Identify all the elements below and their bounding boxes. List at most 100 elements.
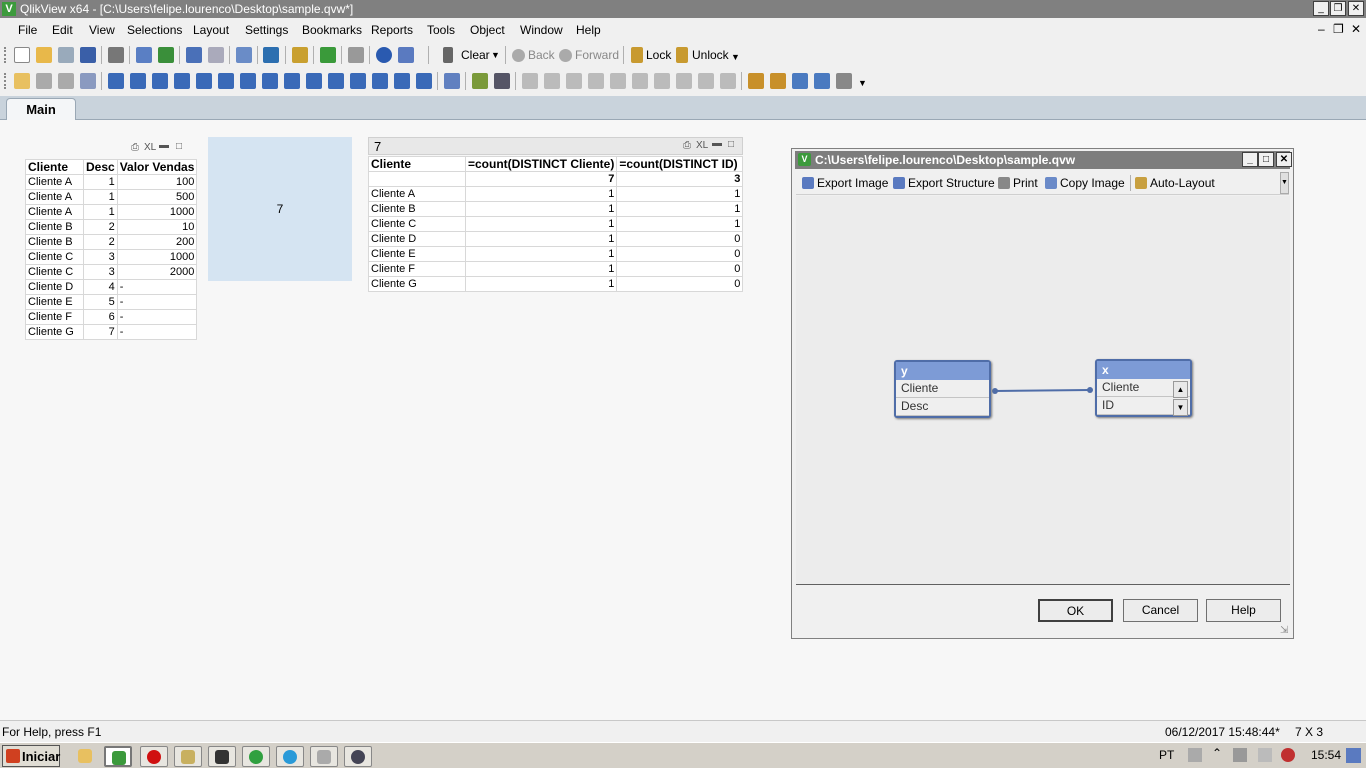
taskbar-telegram[interactable] [276, 746, 304, 767]
menu-help[interactable]: Help [576, 23, 601, 37]
help-icon[interactable] [376, 47, 392, 63]
toolbar-overflow-icon[interactable]: ▼ [731, 52, 740, 62]
table-cell[interactable]: Cliente A [25, 189, 84, 205]
table-cell[interactable]: Cliente C [25, 249, 84, 265]
bookmark-object-icon[interactable] [350, 73, 366, 89]
table-cell[interactable]: - [116, 324, 198, 340]
expression-overview-icon[interactable] [836, 73, 852, 89]
context-help-icon[interactable] [398, 47, 414, 63]
menu-layout[interactable]: Layout [193, 23, 229, 37]
server-objects-icon[interactable] [444, 73, 460, 89]
custom-object-icon[interactable] [416, 73, 432, 89]
tray-expand-icon[interactable]: ⌃ [1212, 746, 1222, 760]
taskbar-app-green[interactable] [242, 746, 270, 767]
slider-icon[interactable] [328, 73, 344, 89]
format-painter-icon[interactable] [472, 73, 488, 89]
open-folder-icon[interactable] [36, 47, 52, 63]
export-structure-button[interactable]: Export Structure [893, 176, 995, 190]
table-cell[interactable]: Cliente A [25, 174, 84, 190]
menu-tools[interactable]: Tools [427, 23, 455, 37]
table-cell[interactable]: - [116, 279, 198, 295]
align-middle-icon[interactable] [610, 73, 626, 89]
sheet-properties-icon[interactable] [80, 73, 96, 89]
new-sheet-icon[interactable] [14, 73, 30, 89]
ok-button[interactable]: OK [1038, 599, 1113, 622]
toolbar-grip[interactable] [4, 47, 7, 63]
table-cell[interactable]: 1 [464, 201, 618, 217]
start-button[interactable]: Iniciar [2, 745, 60, 767]
table-cell[interactable]: 100 [116, 174, 198, 190]
table-cell[interactable]: 0 [616, 231, 744, 247]
tab-main[interactable]: Main [6, 98, 76, 121]
tray-flag-icon[interactable] [1258, 748, 1272, 762]
resize-grip-icon[interactable]: ⇲ [1280, 625, 1288, 636]
close-button[interactable]: ✕ [1348, 1, 1364, 16]
button-object-icon[interactable] [262, 73, 278, 89]
toolbar-overflow-icon[interactable]: ▼ [1280, 172, 1289, 194]
save-icon[interactable] [80, 47, 96, 63]
show-desktop-icon[interactable] [1346, 748, 1361, 763]
table-cell[interactable]: 1 [464, 276, 618, 292]
menu-settings[interactable]: Settings [245, 23, 288, 37]
table-cell[interactable]: Cliente F [25, 309, 84, 325]
mdi-minimize-icon[interactable]: – [1318, 22, 1325, 36]
dialog-minimize-button[interactable]: _ [1242, 152, 1258, 167]
table-cell[interactable]: 4 [83, 279, 118, 295]
column-header[interactable]: =count(DISTINCT ID) [616, 156, 744, 172]
table-cell[interactable]: 1 [83, 189, 118, 205]
taskbar-explorer[interactable] [72, 746, 100, 767]
menu-view[interactable]: View [89, 23, 115, 37]
table-cell[interactable]: 2 [83, 234, 118, 250]
redo-icon[interactable] [208, 47, 224, 63]
align-center-icon[interactable] [544, 73, 560, 89]
table-cell[interactable]: 1000 [116, 204, 198, 220]
adjust-left-icon[interactable] [698, 73, 714, 89]
align-left-icon[interactable] [522, 73, 538, 89]
table-cell[interactable]: Cliente C [368, 216, 466, 232]
tray-network-icon[interactable] [1233, 748, 1247, 762]
column-header[interactable]: =count(DISTINCT Cliente) [464, 156, 618, 172]
menu-object[interactable]: Object [470, 23, 505, 37]
chart-object-icon[interactable] [196, 73, 212, 89]
multibox-icon[interactable] [174, 73, 190, 89]
promote-sheet-icon[interactable] [36, 73, 52, 89]
table-cell[interactable]: Cliente A [368, 186, 466, 202]
table-cell[interactable]: Cliente F [368, 261, 466, 277]
export-image-button[interactable]: Export Image [802, 176, 888, 190]
print-icon[interactable]: ⎙ [131, 142, 139, 153]
minimize-object-icon[interactable]: ▬ [159, 140, 169, 151]
table-cell[interactable]: 6 [83, 309, 118, 325]
taskbar-app[interactable] [310, 746, 338, 767]
search-icon[interactable] [236, 47, 252, 63]
adjust-top-icon[interactable] [720, 73, 736, 89]
restore-button[interactable]: ❐ [1330, 1, 1346, 16]
table-cell[interactable]: 1 [616, 186, 744, 202]
table-cell[interactable]: Cliente G [368, 276, 466, 292]
clear-icon[interactable] [443, 47, 453, 63]
taskbar-app-circle[interactable] [344, 746, 372, 767]
excel-export-icon[interactable]: XL [696, 140, 708, 151]
table-cell[interactable]: 1 [464, 186, 618, 202]
current-selections-icon[interactable] [240, 73, 256, 89]
tray-volume-muted-icon[interactable] [1281, 748, 1295, 762]
table-cell[interactable]: 1 [83, 174, 118, 190]
print-button[interactable]: Print [998, 176, 1038, 190]
menu-file[interactable]: File [18, 23, 37, 37]
document-properties-icon[interactable] [748, 73, 764, 89]
table-cell[interactable]: 1 [616, 216, 744, 232]
table-cell[interactable]: Cliente D [368, 231, 466, 247]
table-cell[interactable]: 3 [83, 249, 118, 265]
taskbar-qlikview[interactable] [104, 746, 132, 767]
table-cell[interactable]: 10 [116, 219, 198, 235]
forward-button[interactable]: Forward [575, 48, 619, 62]
table-cell[interactable]: 1000 [116, 249, 198, 265]
column-header[interactable]: Cliente [368, 156, 466, 172]
reload-icon[interactable] [58, 47, 74, 63]
menu-reports[interactable]: Reports [371, 23, 413, 37]
language-indicator[interactable]: PT [1159, 748, 1174, 762]
table-cell[interactable]: 2 [83, 219, 118, 235]
table-cell[interactable]: 1 [464, 246, 618, 262]
mdi-close-icon[interactable]: ✕ [1351, 22, 1361, 36]
table-cell[interactable]: Cliente E [25, 294, 84, 310]
table-cell[interactable]: 1 [464, 231, 618, 247]
